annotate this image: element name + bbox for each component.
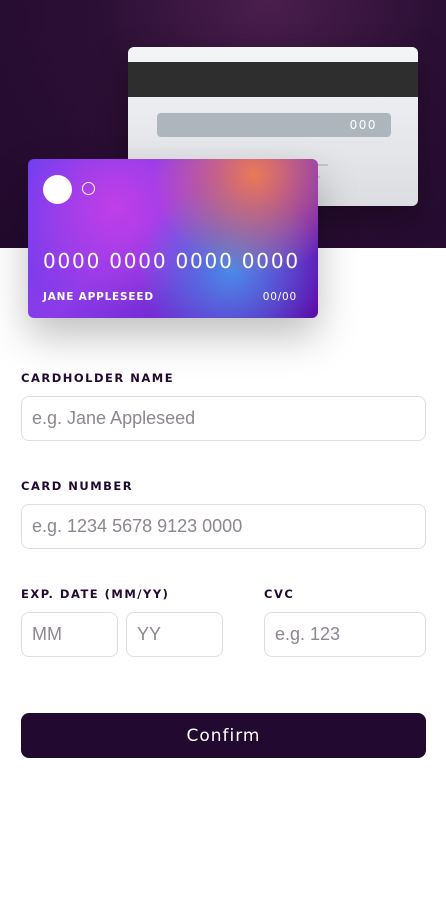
card-logo-ring-icon (82, 182, 95, 195)
card-front: 0000 0000 0000 0000 JANE APPLESEED 00/00 (28, 159, 318, 318)
cardholder-name-display: JANE APPLESEED (43, 291, 154, 303)
card-number-input[interactable] (21, 504, 426, 549)
confirm-button[interactable]: Confirm (21, 713, 426, 758)
card-back-cvc: 000 (349, 118, 377, 132)
card-number-display: 0000 0000 0000 0000 (43, 249, 300, 273)
exp-month-input[interactable] (21, 612, 118, 657)
signature-strip: 000 (157, 113, 391, 137)
cardholder-name-input[interactable] (21, 396, 426, 441)
card-number-label: CARD NUMBER (21, 479, 134, 493)
magnetic-stripe (128, 62, 418, 97)
exp-date-label: EXP. DATE (MM/YY) (21, 587, 170, 601)
exp-year-input[interactable] (126, 612, 223, 657)
card-logo-circle-icon (43, 175, 72, 204)
cvc-label: CVC (264, 587, 295, 601)
cardholder-name-label: CARDHOLDER NAME (21, 371, 175, 385)
card-expiry-display: 00/00 (262, 291, 297, 303)
cvc-input[interactable] (264, 612, 426, 657)
card-preview-banner: 000 0000 0000 0000 0000 JANE APPLESEED 0… (0, 0, 446, 318)
